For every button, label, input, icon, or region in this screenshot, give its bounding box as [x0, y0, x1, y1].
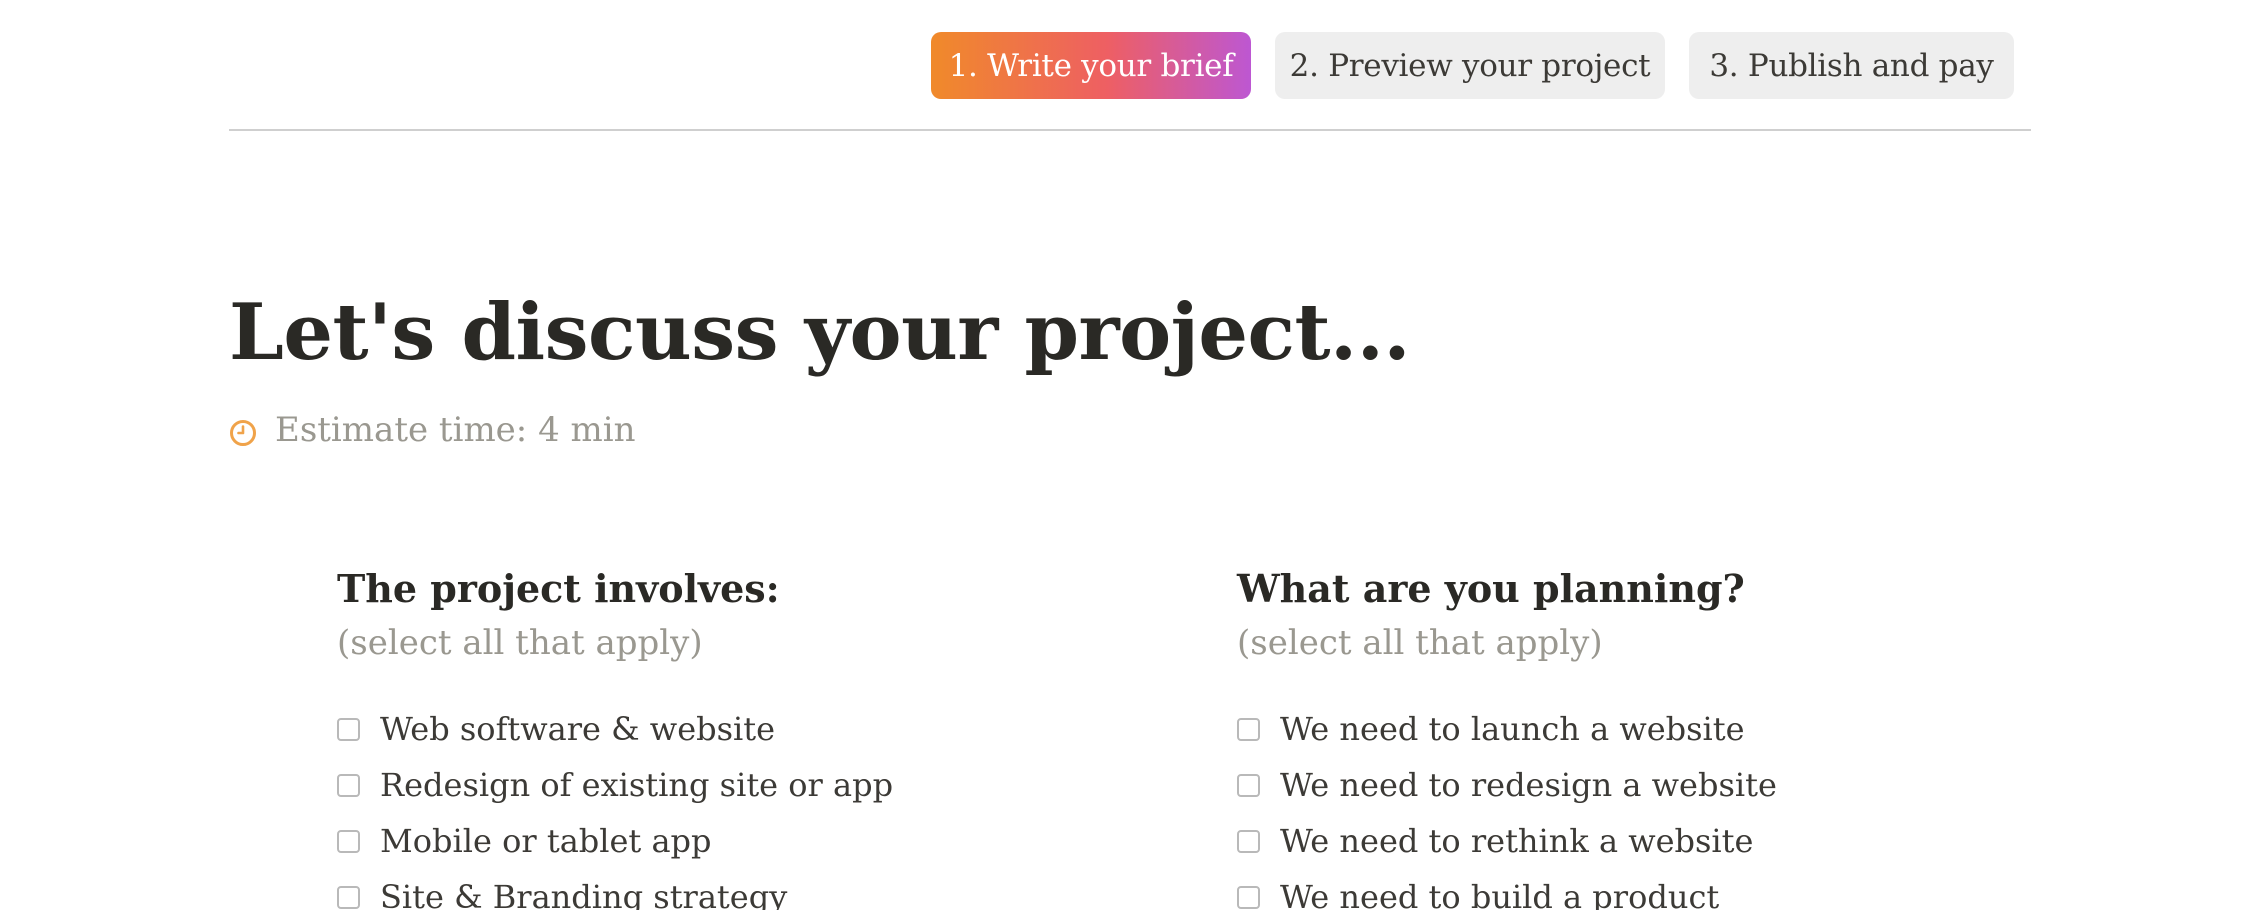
header-divider [229, 129, 2031, 131]
checkbox-list: Web software & website Redesign of exist… [337, 701, 893, 910]
checkbox-option[interactable]: We need to build a product [1237, 869, 1777, 910]
step-preview-project[interactable]: 2. Preview your project [1275, 32, 1665, 99]
step-label: 2. Preview your project [1289, 47, 1651, 84]
estimate-text: Estimate time: 4 min [275, 410, 636, 450]
checkbox-option[interactable]: Web software & website [337, 701, 893, 757]
checkbox-option[interactable]: We need to rethink a website [1237, 813, 1777, 869]
checkbox-option[interactable]: We need to redesign a website [1237, 757, 1777, 813]
section-heading: What are you planning? [1237, 566, 1745, 611]
checkbox-label: Site & Branding strategy [380, 878, 788, 910]
step-label: 3. Publish and pay [1709, 47, 1994, 84]
checkbox-label: We need to launch a website [1280, 710, 1745, 748]
planning-section: What are you planning? (select all that … [1237, 565, 1777, 910]
checkbox-label: Redesign of existing site or app [380, 766, 894, 804]
step-write-brief[interactable]: 1. Write your brief [931, 32, 1251, 99]
checkbox-label: We need to rethink a website [1280, 822, 1754, 860]
section-heading: The project involves: [337, 566, 780, 611]
checkbox-label: We need to build a product [1280, 878, 1720, 910]
step-publish-pay[interactable]: 3. Publish and pay [1689, 32, 2014, 99]
checkbox[interactable] [337, 717, 360, 741]
checkbox-label: Web software & website [380, 710, 776, 748]
checkbox[interactable] [337, 773, 360, 797]
section-subheading: (select all that apply) [1237, 623, 1603, 663]
page-title: Let's discuss your project... [229, 287, 1411, 378]
checkbox[interactable] [337, 829, 360, 853]
checkbox-option[interactable]: Site & Branding strategy [337, 869, 893, 910]
checkbox[interactable] [1237, 885, 1260, 909]
checkbox-option[interactable]: Mobile or tablet app [337, 813, 893, 869]
checkbox[interactable] [1237, 717, 1260, 741]
clock-icon [229, 416, 257, 446]
estimate-time: Estimate time: 4 min [229, 410, 636, 450]
checkbox-label: Mobile or tablet app [380, 822, 712, 860]
checkbox[interactable] [337, 885, 360, 909]
progress-steps: 1. Write your brief 2. Preview your proj… [0, 32, 2014, 99]
checkbox-option[interactable]: We need to launch a website [1237, 701, 1777, 757]
checkbox-list: We need to launch a website We need to r… [1237, 701, 1777, 910]
project-involves-section: The project involves: (select all that a… [337, 565, 893, 910]
checkbox[interactable] [1237, 829, 1260, 853]
checkbox-option[interactable]: Redesign of existing site or app [337, 757, 893, 813]
section-subheading: (select all that apply) [337, 623, 703, 663]
step-label: 1. Write your brief [948, 47, 1234, 84]
checkbox-label: We need to redesign a website [1280, 766, 1777, 804]
checkbox[interactable] [1237, 773, 1260, 797]
